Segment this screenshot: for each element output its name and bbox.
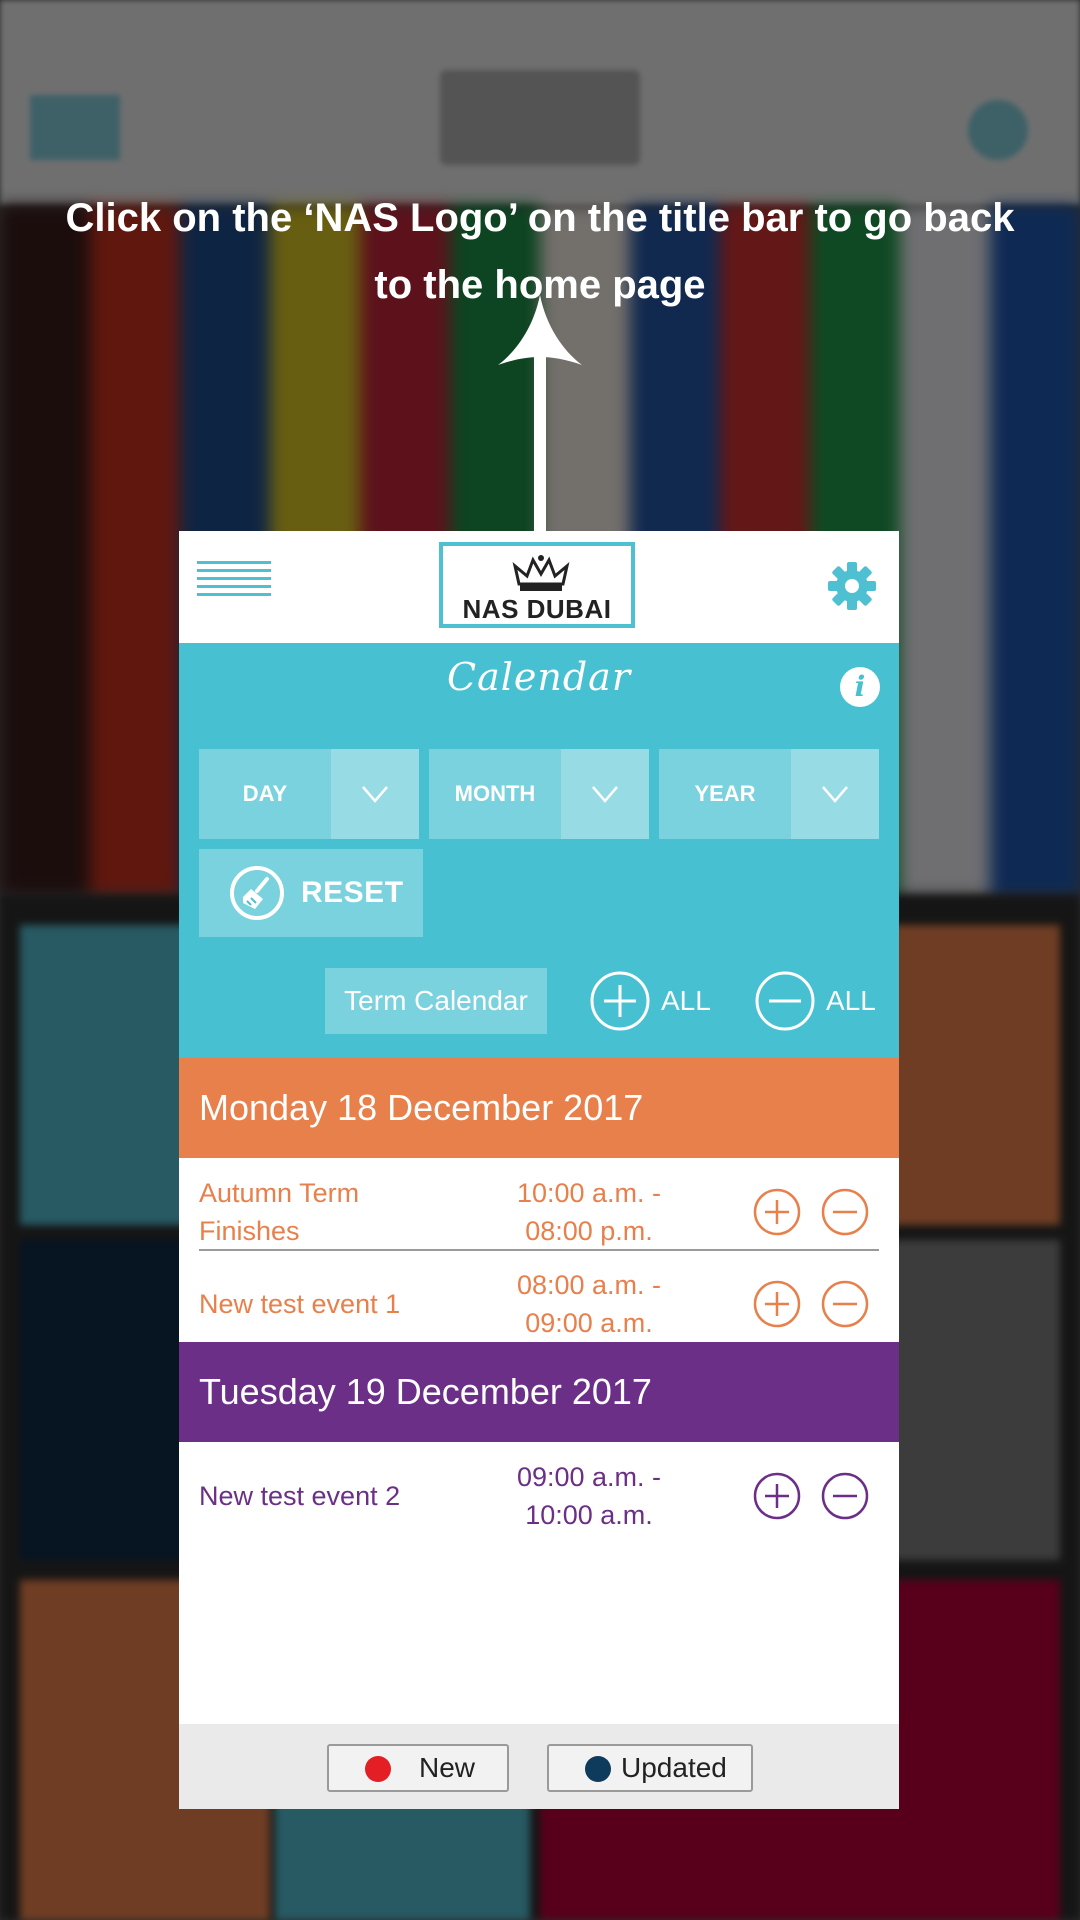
plus-circle-icon xyxy=(590,971,650,1031)
minus-circle-icon xyxy=(755,971,815,1031)
divider xyxy=(199,1249,879,1251)
chevron-down-icon xyxy=(362,786,388,803)
chevron-down-icon xyxy=(822,786,848,803)
red-dot-icon xyxy=(365,1756,391,1782)
event-name: Autumn Term Finishes xyxy=(199,1178,360,1246)
plus-circle-icon[interactable] xyxy=(753,1188,801,1236)
legend-updated: Updated xyxy=(547,1744,753,1792)
day-header: Tuesday 19 December 2017 xyxy=(179,1342,899,1442)
year-select-label: YEAR xyxy=(694,781,756,806)
legend-new-label: New xyxy=(419,1752,476,1783)
month-select-label: MONTH xyxy=(454,781,536,806)
minus-circle-icon[interactable] xyxy=(821,1472,869,1520)
month-dropdown[interactable] xyxy=(561,749,649,839)
year-dropdown[interactable] xyxy=(791,749,879,839)
event-time: 10:00 a.m. - 08:00 p.m. xyxy=(516,1178,662,1246)
year-select[interactable]: YEAR xyxy=(659,749,879,839)
term-calendar-button[interactable]: Term Calendar xyxy=(325,968,547,1034)
legend-bar: New Updated xyxy=(179,1724,899,1809)
event-time: 09:00 a.m. - 10:00 a.m. xyxy=(516,1462,662,1530)
collapse-all-label: ALL xyxy=(826,985,876,1016)
legend-updated-label: Updated xyxy=(621,1752,727,1783)
event-row[interactable]: New test event 2 09:00 a.m. - 10:00 a.m. xyxy=(199,1450,879,1542)
day-select[interactable]: DAY xyxy=(199,749,419,839)
month-select[interactable]: MONTH xyxy=(429,749,649,839)
event-name: New test event 2 xyxy=(199,1481,401,1511)
plus-circle-icon[interactable] xyxy=(753,1472,801,1520)
day-select-label: DAY xyxy=(242,781,288,806)
broom-icon xyxy=(230,866,284,920)
plus-circle-icon[interactable] xyxy=(753,1280,801,1328)
event-row[interactable]: New test event 1 08:00 a.m. - 09:00 a.m. xyxy=(199,1258,879,1350)
info-icon[interactable]: i xyxy=(840,667,880,707)
minus-circle-icon[interactable] xyxy=(821,1280,869,1328)
crown-icon xyxy=(512,555,570,591)
minus-circle-icon[interactable] xyxy=(821,1188,869,1236)
day-dropdown[interactable] xyxy=(331,749,419,839)
event-row[interactable]: Autumn Term Finishes 10:00 a.m. - 08:00 … xyxy=(199,1166,879,1258)
calendar-screen: NAS DUBAI Calendar i DAY MONTH YEAR RESE… xyxy=(179,531,899,1809)
reset-label: RESET xyxy=(301,876,404,909)
title-bar: NAS DUBAI xyxy=(179,531,899,643)
day-header: Monday 18 December 2017 xyxy=(179,1058,899,1158)
arrow-up-icon xyxy=(498,295,582,535)
navy-dot-icon xyxy=(585,1756,611,1782)
gear-icon[interactable] xyxy=(827,561,877,611)
chevron-down-icon xyxy=(592,786,618,803)
calendar-controls: Calendar i DAY MONTH YEAR RESET Term Cal… xyxy=(179,643,899,1058)
nas-logo[interactable]: NAS DUBAI xyxy=(439,542,635,628)
hamburger-menu-icon[interactable] xyxy=(197,561,271,611)
page-title: Calendar xyxy=(447,655,631,699)
logo-text: NAS DUBAI xyxy=(462,594,612,624)
event-name: New test event 1 xyxy=(199,1289,401,1319)
expand-all-label: ALL xyxy=(661,985,711,1016)
reset-button[interactable]: RESET xyxy=(199,849,423,937)
legend-new: New xyxy=(327,1744,509,1792)
event-time: 08:00 a.m. - 09:00 a.m. xyxy=(516,1270,662,1338)
